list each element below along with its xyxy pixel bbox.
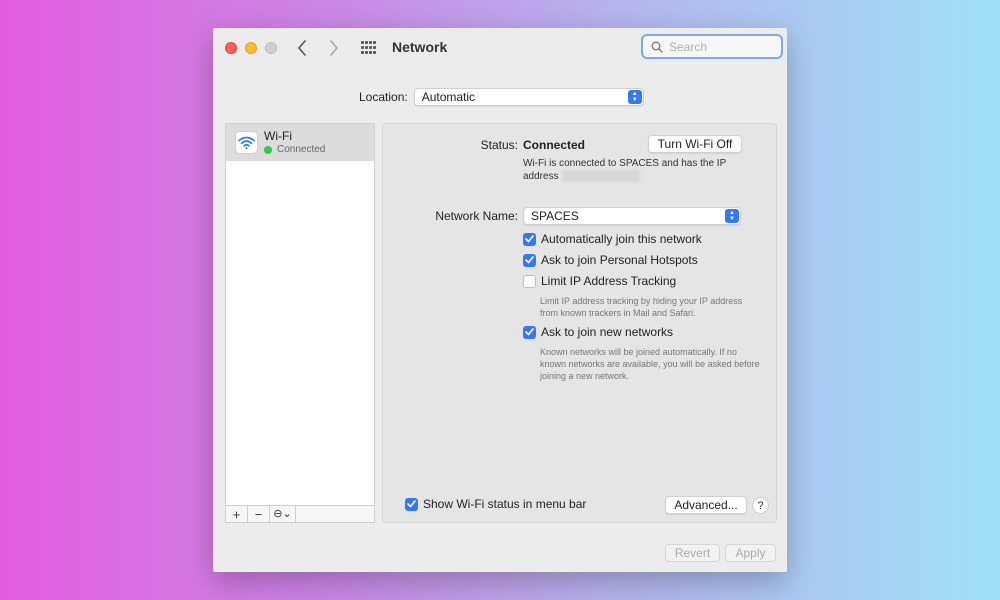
status-value: Connected xyxy=(523,138,586,152)
checkbox-checked[interactable] xyxy=(405,497,418,511)
advanced-button[interactable]: Advanced... xyxy=(665,496,747,514)
title-bar: Network xyxy=(213,28,787,68)
search-icon xyxy=(651,41,663,53)
help-button[interactable]: ? xyxy=(752,497,769,514)
wifi-settings-panel: Status: Connected Turn Wi-Fi Off Wi-Fi i… xyxy=(382,123,777,523)
network-name-popup[interactable]: SPACES ▲ ▼ xyxy=(523,207,741,225)
window-controls xyxy=(225,42,277,54)
personal-hotspots-label: Ask to join Personal Hotspots xyxy=(541,253,698,267)
personal-hotspots-option[interactable]: Ask to join Personal Hotspots xyxy=(523,253,698,267)
limit-ip-hint: Limit IP address tracking by hiding your… xyxy=(540,296,743,318)
auto-join-label: Automatically join this network xyxy=(541,232,702,246)
service-list: Wi-Fi Connected + − ⊖⌄ xyxy=(225,123,375,523)
wifi-icon xyxy=(235,131,258,154)
sidebar-item-status: Connected xyxy=(264,144,325,155)
remove-service-button[interactable]: − xyxy=(248,506,270,522)
connected-status-dot xyxy=(264,145,272,154)
forward-button[interactable] xyxy=(323,37,345,59)
limit-ip-tracking-option[interactable]: Limit IP Address Tracking xyxy=(523,274,676,288)
chevron-left-icon xyxy=(298,40,306,56)
back-button[interactable] xyxy=(291,37,313,59)
checkbox-checked[interactable] xyxy=(523,232,536,246)
add-service-button[interactable]: + xyxy=(226,506,248,522)
location-popup[interactable]: Automatic ▲ ▼ xyxy=(413,88,644,106)
checkbox-checked[interactable] xyxy=(523,253,536,267)
search-input[interactable] xyxy=(669,39,769,54)
redacted-ip-address xyxy=(561,170,640,183)
network-name-label: Network Name: xyxy=(435,209,518,223)
status-description-line-2: address xyxy=(523,171,559,182)
turn-wifi-off-button[interactable]: Turn Wi-Fi Off xyxy=(648,135,742,153)
network-preferences-window: Network Location: Automatic ▲▼ Wi xyxy=(213,28,787,572)
location-row: Location: Automatic ▲ ▼ xyxy=(359,88,644,106)
sidebar-item-wifi[interactable]: Wi-Fi Connected xyxy=(226,124,374,161)
checkbox-checked[interactable] xyxy=(523,325,536,339)
popup-stepper-icon: ▲ ▼ xyxy=(725,209,739,223)
location-value: Automatic xyxy=(421,90,476,104)
network-name-value: SPACES xyxy=(531,209,579,223)
search-field[interactable] xyxy=(641,34,783,59)
status-description-line-1: Wi-Fi is connected to SPACES and has the… xyxy=(523,158,727,169)
service-list-toolbar: + − ⊖⌄ xyxy=(226,505,374,522)
sidebar-item-status-text: Connected xyxy=(277,144,326,155)
show-wifi-status-option[interactable]: Show Wi-Fi status in menu bar xyxy=(405,497,586,511)
zoom-button[interactable] xyxy=(265,42,277,54)
window-title: Network xyxy=(392,39,448,55)
location-label: Location: xyxy=(359,90,408,104)
status-description: Wi-Fi is connected to SPACES and has the… xyxy=(523,157,743,183)
show-all-grid-icon[interactable] xyxy=(361,41,377,55)
chevron-right-icon xyxy=(330,40,338,56)
popup-stepper-icon: ▲ ▼ xyxy=(627,90,642,104)
minimize-button[interactable] xyxy=(245,42,257,54)
limit-ip-tracking-label: Limit IP Address Tracking xyxy=(541,274,677,288)
action-menu-button[interactable]: ⊖⌄ xyxy=(270,506,296,522)
sidebar-item-label: Wi-Fi xyxy=(264,129,292,143)
auto-join-option[interactable]: Automatically join this network xyxy=(523,232,702,246)
checkbox-unchecked[interactable] xyxy=(523,274,536,288)
ask-new-networks-label: Ask to join new networks xyxy=(541,325,674,339)
close-button[interactable] xyxy=(225,42,237,54)
status-label: Status: xyxy=(480,138,518,152)
ask-new-networks-option[interactable]: Ask to join new networks xyxy=(523,325,673,339)
show-wifi-status-label: Show Wi-Fi status in menu bar xyxy=(423,497,587,511)
revert-button[interactable]: Revert xyxy=(665,544,720,562)
apply-button[interactable]: Apply xyxy=(725,544,776,562)
new-networks-hint: Known networks will be joined automatica… xyxy=(540,347,760,381)
